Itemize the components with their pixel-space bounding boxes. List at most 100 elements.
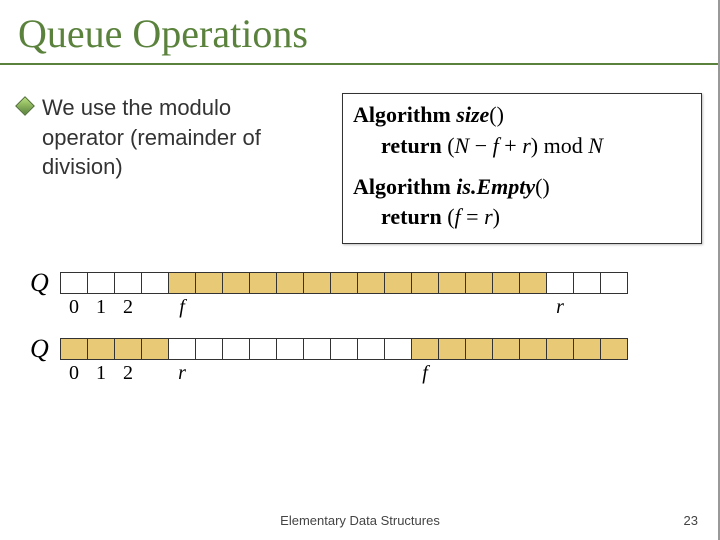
queue-diagram-2: Q 012rf (30, 338, 690, 386)
array-cell (411, 272, 439, 294)
index-label (330, 296, 358, 320)
array-cell (168, 272, 196, 294)
index-label (573, 296, 601, 320)
index-label (384, 362, 412, 386)
index-label (357, 362, 385, 386)
array-cell (195, 272, 223, 294)
index-label (249, 296, 277, 320)
array-cell (384, 272, 412, 294)
index-label (600, 362, 628, 386)
queue-label: Q (30, 338, 60, 360)
index-label (411, 296, 439, 320)
index-label (303, 362, 331, 386)
array-cell (303, 272, 331, 294)
array-cell (492, 272, 520, 294)
algo-parens: () (489, 102, 504, 127)
array-cell (60, 272, 88, 294)
array-cell (600, 338, 628, 360)
cells-row (60, 338, 690, 360)
slide-title: Queue Operations (0, 0, 720, 63)
index-label (492, 362, 520, 386)
var-N2: N (588, 133, 603, 158)
index-label (384, 296, 412, 320)
array-cell (276, 272, 304, 294)
array-cell (195, 338, 223, 360)
array-cell (141, 338, 169, 360)
labels-row: 012rf (60, 362, 690, 386)
index-label (141, 362, 169, 386)
queue-diagram-1: Q 012fr (30, 272, 690, 320)
array-cell (168, 338, 196, 360)
index-label: r (168, 362, 196, 386)
op-plus: + (499, 133, 522, 158)
index-label (276, 362, 304, 386)
var-r: r (522, 133, 531, 158)
index-label (222, 362, 250, 386)
array-cell (357, 272, 385, 294)
cells-row (60, 272, 690, 294)
index-label (141, 296, 169, 320)
algo-parens: () (535, 174, 550, 199)
array-cell (60, 338, 88, 360)
array-cell (573, 338, 601, 360)
index-label (357, 296, 385, 320)
index-label: f (411, 362, 439, 386)
index-label (249, 362, 277, 386)
array-cell (465, 338, 493, 360)
return-keyword: return (381, 204, 442, 229)
footer-title: Elementary Data Structures (0, 513, 720, 528)
index-label (492, 296, 520, 320)
array-cell (411, 338, 439, 360)
array-cell (222, 272, 250, 294)
op-minus: − (469, 133, 492, 158)
index-label (195, 296, 223, 320)
index-label (330, 362, 358, 386)
array-cell (330, 338, 358, 360)
page-number: 23 (684, 513, 698, 528)
var-N: N (455, 133, 470, 158)
index-label: 2 (114, 296, 142, 320)
index-label (438, 362, 466, 386)
slide: Queue Operations We use the modulo opera… (0, 0, 720, 540)
array-cell (222, 338, 250, 360)
array-cell (114, 272, 142, 294)
array-cell (87, 272, 115, 294)
index-label: r (546, 296, 574, 320)
array-cell (438, 272, 466, 294)
index-label (303, 296, 331, 320)
array-cell (546, 272, 574, 294)
array-cell (114, 338, 142, 360)
index-label (465, 362, 493, 386)
algo-size: Algorithm size() return (N − f + r) mod … (353, 100, 691, 162)
array-cell (249, 338, 277, 360)
array-cell (357, 338, 385, 360)
index-label: f (168, 296, 196, 320)
index-label: 0 (60, 296, 88, 320)
array-cell (519, 338, 547, 360)
diamond-bullet-icon (15, 96, 35, 116)
array-cell (546, 338, 574, 360)
paren-open: ( (447, 133, 454, 158)
queue-array-2: 012rf (60, 338, 690, 386)
algo-name: size (456, 102, 489, 127)
return-keyword: return (381, 133, 442, 158)
var-r: r (484, 204, 493, 229)
index-label: 2 (114, 362, 142, 386)
index-label: 1 (87, 362, 115, 386)
queue-label: Q (30, 272, 60, 294)
array-cell (303, 338, 331, 360)
content-row: We use the modulo operator (remainder of… (0, 65, 720, 244)
index-label (546, 362, 574, 386)
index-label (195, 362, 223, 386)
array-cell (384, 338, 412, 360)
paren-close: ) (531, 133, 538, 158)
index-label (438, 296, 466, 320)
index-label (573, 362, 601, 386)
index-label (222, 296, 250, 320)
paren-open: ( (447, 204, 454, 229)
array-cell (465, 272, 493, 294)
array-cell (519, 272, 547, 294)
paren-close: ) (493, 204, 500, 229)
queue-array-1: 012fr (60, 272, 690, 320)
algo-keyword: Algorithm (353, 174, 451, 199)
